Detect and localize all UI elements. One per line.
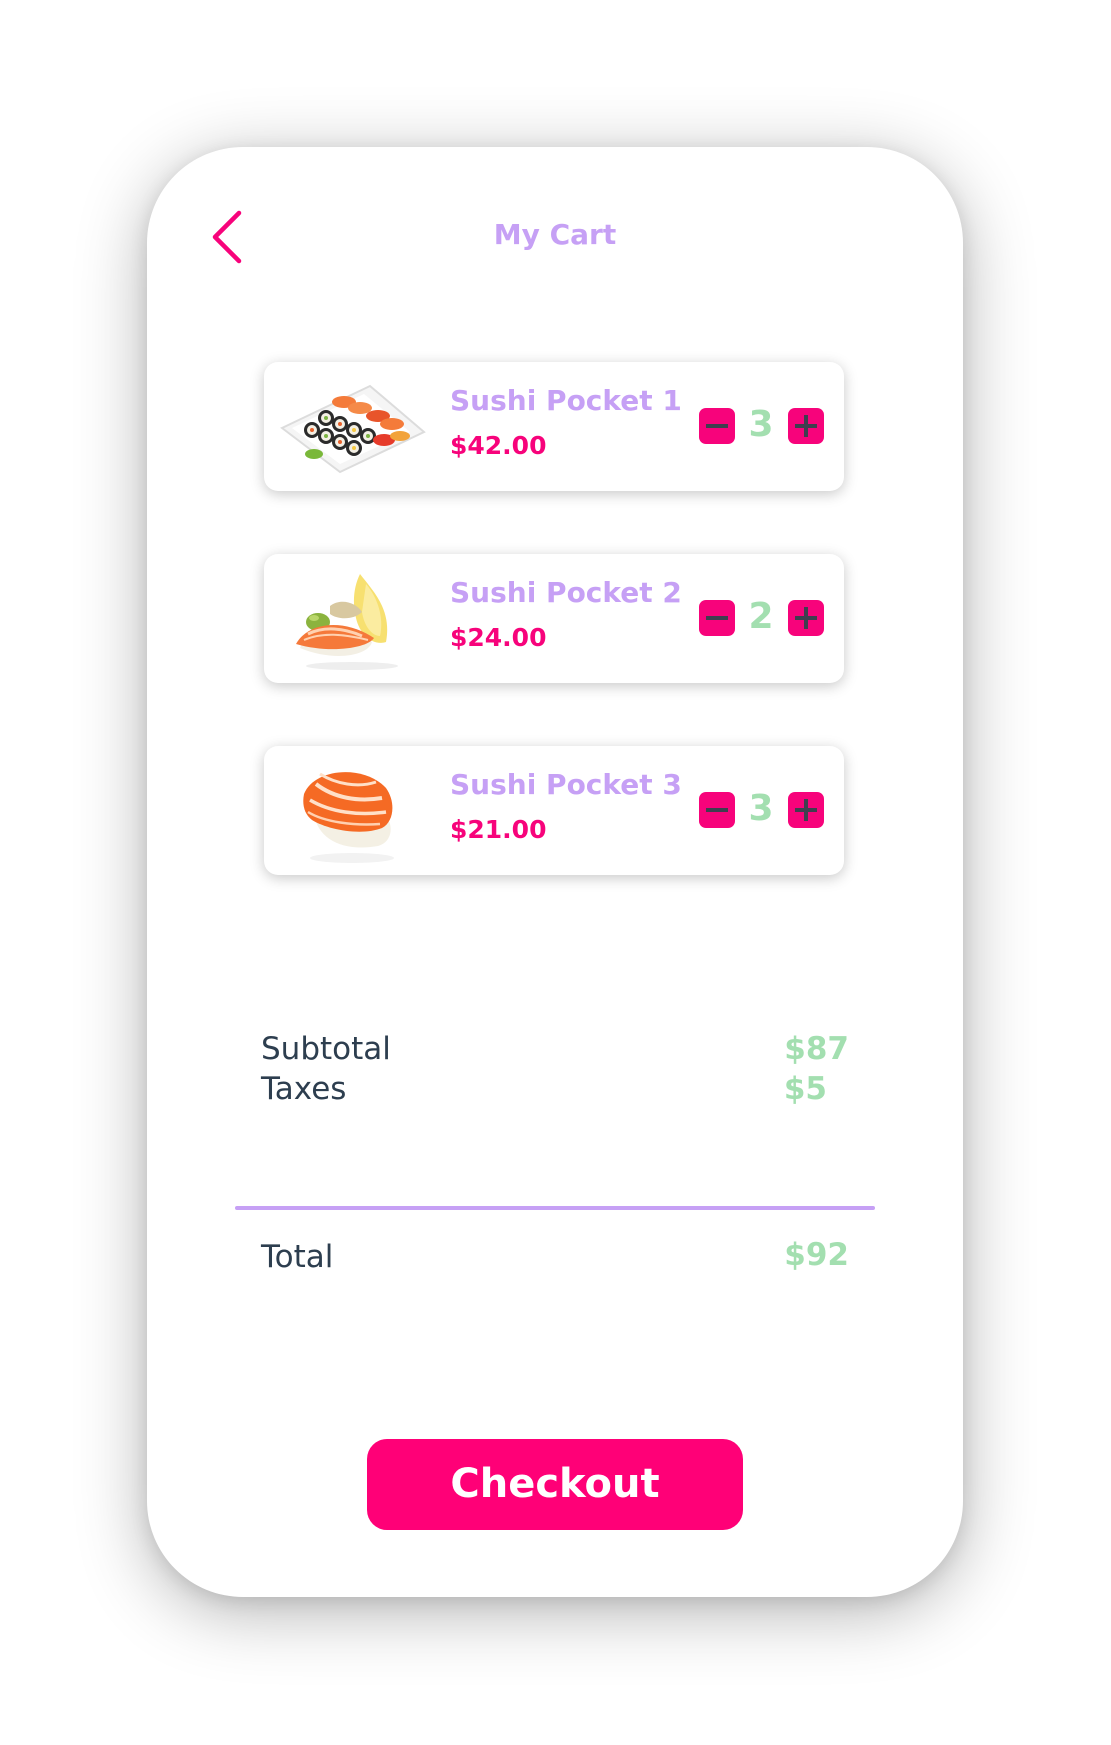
summary-divider [235,1206,875,1210]
item-name: Sushi Pocket 1 [450,384,682,417]
decrease-quantity-button[interactable] [699,408,735,444]
page-title: My Cart [493,218,617,251]
subtotal-value: $87 [784,1031,849,1067]
phone-frame: My Cart Sushi Pocket 1 $42.00 3 Sushi Po… [147,147,963,1597]
taxes-label: Taxes [261,1071,347,1107]
decrease-quantity-button[interactable] [699,600,735,636]
cart-item-card: Sushi Pocket 2 $24.00 2 [264,554,844,683]
quantity-value: 2 [748,596,774,637]
plus-icon [795,799,817,821]
total-label: Total [261,1239,334,1275]
increase-quantity-button[interactable] [788,600,824,636]
sushi-platter-image [280,384,426,474]
item-price: $42.00 [450,431,547,460]
decrease-quantity-button[interactable] [699,792,735,828]
salmon-nigiri-image [303,772,394,863]
increase-quantity-button[interactable] [788,408,824,444]
plus-icon [795,607,817,629]
minus-icon [706,424,728,428]
subtotal-label: Subtotal [261,1031,391,1067]
cart-item-card: Sushi Pocket 1 $42.00 3 [264,362,844,491]
quantity-value: 3 [748,404,774,445]
minus-icon [706,808,728,812]
taxes-value: $5 [783,1071,827,1107]
item-price: $24.00 [450,623,547,652]
increase-quantity-button[interactable] [788,792,824,828]
item-name: Sushi Pocket 3 [450,768,682,801]
item-name: Sushi Pocket 2 [450,576,682,609]
cart-item-card: Sushi Pocket 3 $21.00 3 [264,746,844,875]
quantity-value: 3 [748,788,774,829]
salmon-nigiri-lemon-image [296,574,398,670]
checkout-button[interactable]: Checkout [367,1439,743,1530]
minus-icon [706,616,728,620]
item-price: $21.00 [450,815,547,844]
total-value: $92 [784,1237,849,1273]
plus-icon [795,415,817,437]
